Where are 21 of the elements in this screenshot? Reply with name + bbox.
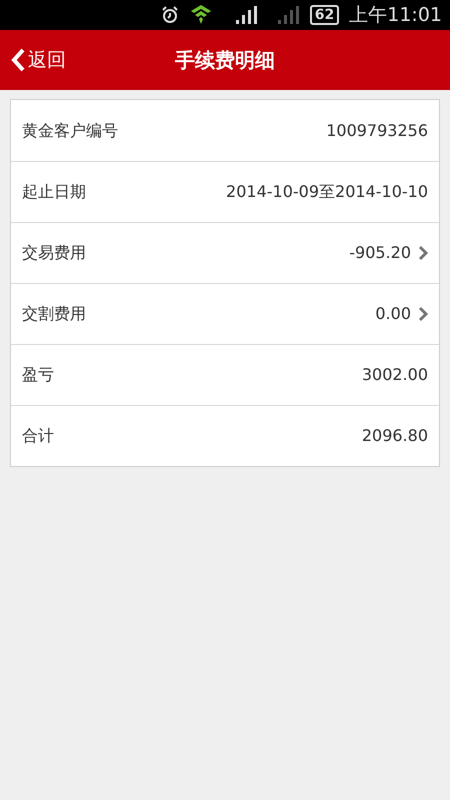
page-title: 手续费明细 <box>175 47 275 74</box>
field-value: 0.00 <box>375 303 411 325</box>
field-label: 交易费用 <box>22 242 86 264</box>
field-label: 黄金客户编号 <box>22 120 118 142</box>
field-value: 2096.80 <box>362 425 428 447</box>
field-value: -905.20 <box>349 242 411 264</box>
field-label: 合计 <box>22 425 54 447</box>
signal-icon <box>234 5 258 25</box>
wifi-icon <box>190 5 212 25</box>
chevron-left-icon <box>10 48 26 72</box>
signal-icon <box>276 5 300 25</box>
field-label: 交割费用 <box>22 303 86 325</box>
clock-time: 上午11:01 <box>349 2 442 28</box>
back-button[interactable]: 返回 <box>10 42 66 78</box>
field-value: 3002.00 <box>362 364 428 386</box>
alarm-icon <box>160 5 180 25</box>
battery-level: 62 <box>310 5 340 25</box>
field-value: 1009793256 <box>326 120 428 142</box>
field-value: 2014-10-09至2014-10-10 <box>226 181 428 203</box>
field-label: 盈亏 <box>22 364 54 386</box>
field-label: 起止日期 <box>22 181 86 203</box>
